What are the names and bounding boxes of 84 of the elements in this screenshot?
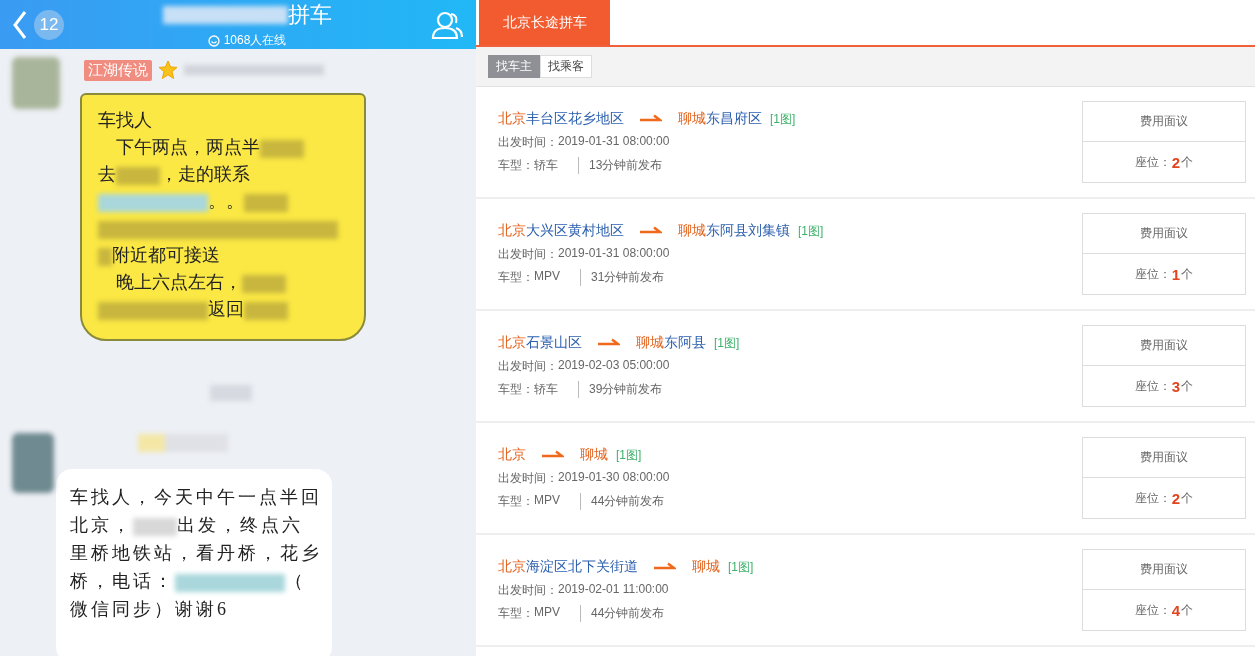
image-count-link[interactable]: [1图] (714, 334, 740, 352)
origin-link[interactable]: 北京石景山区 (498, 334, 582, 352)
car-type: 轿车 (534, 157, 558, 174)
car-type-label: 车型： (498, 493, 534, 510)
departure-time: 2019-02-03 05:00:00 (558, 358, 670, 374)
filter-tab[interactable]: 找车主 (488, 55, 540, 78)
departure-label: 出发时间： (498, 582, 558, 599)
destination-link[interactable]: 聊城东昌府区 (678, 110, 762, 128)
posted-time: 39分钟前发布 (578, 381, 663, 398)
seats-count: 2 (1171, 489, 1181, 507)
avatar[interactable] (12, 57, 60, 109)
car-type-label: 车型： (498, 157, 534, 174)
message-line: 附近都可接送 (98, 242, 354, 269)
message-line: 。。 (98, 188, 354, 215)
seats-unit: 个 (1181, 265, 1194, 283)
departure-time: 2019-02-01 11:00:00 (558, 582, 669, 598)
message-line: 里桥地铁站，看丹桥，花乡 (70, 542, 320, 565)
destination-link[interactable]: 聊城东阿县刘集镇 (678, 222, 790, 240)
message-line: 下午两点，两点半 (98, 134, 354, 161)
message-line: 北京， 出发，终点六 (70, 514, 304, 538)
seats-label: 座位： (1134, 489, 1171, 507)
departure-time: 2019-01-31 08:00:00 (558, 134, 670, 150)
car-type: MPV (534, 269, 560, 285)
origin-link[interactable]: 北京 (498, 446, 526, 464)
origin-link[interactable]: 北京大兴区黄村地区 (498, 222, 624, 240)
people-icon[interactable] (430, 9, 464, 40)
smiley-icon (207, 34, 220, 47)
fee-text: 费用面议 (1083, 438, 1245, 478)
origin-link[interactable]: 北京海淀区北下关街道 (498, 558, 638, 576)
rank-tag: 江湖传说 (84, 59, 152, 81)
filter-tab[interactable]: 找乘客 (540, 55, 592, 78)
seats-unit: 个 (1181, 489, 1194, 507)
seats-label: 座位： (1134, 153, 1171, 171)
image-count-link[interactable]: [1图] (770, 110, 796, 128)
message-line: 车找人，今天中午一点半回 (70, 486, 320, 509)
posted-time: 13分钟前发布 (578, 157, 663, 174)
destination-link[interactable]: 聊城 (580, 446, 608, 464)
back-icon[interactable] (12, 9, 28, 40)
message-line: 去 ，走的联系 (98, 163, 251, 187)
departure-time: 2019-01-30 08:00:00 (558, 470, 670, 486)
avatar[interactable] (12, 433, 54, 493)
message-line: 桥，电话： （ (70, 570, 307, 594)
chat-title: 拼车 (287, 1, 332, 29)
origin-link[interactable]: 北京丰台区花乡地区 (498, 110, 624, 128)
car-type-label: 车型： (498, 269, 534, 286)
car-type-label: 车型： (498, 381, 534, 398)
unread-count-badge: 12 (34, 9, 64, 40)
seats-label: 座位： (1134, 265, 1171, 283)
car-type: MPV (534, 493, 560, 509)
message-line: 晚上六点左右， (98, 269, 354, 296)
fee-text: 费用面议 (1083, 326, 1245, 366)
seats-unit: 个 (1181, 601, 1194, 619)
message-line: 返回 (98, 296, 354, 323)
car-type: MPV (534, 605, 560, 621)
departure-label: 出发时间： (498, 134, 558, 151)
fee-text: 费用面议 (1083, 214, 1245, 254)
posted-time: 44分钟前发布 (580, 493, 665, 510)
seats-count: 4 (1171, 601, 1181, 619)
image-count-link[interactable]: [1图] (728, 558, 754, 576)
seats-label: 座位： (1134, 601, 1171, 619)
image-count-link[interactable]: [1图] (798, 222, 824, 240)
online-count: 1068人在线 (223, 32, 287, 49)
departure-label: 出发时间： (498, 470, 558, 487)
tab[interactable]: 北京长途拼车 (479, 0, 610, 45)
seats-label: 座位： (1134, 377, 1171, 395)
seats-count: 2 (1171, 153, 1181, 171)
fee-text: 费用面议 (1083, 102, 1245, 142)
fee-text: 费用面议 (1083, 550, 1245, 590)
seats-count: 3 (1171, 377, 1181, 395)
image-count-link[interactable]: [1图] (616, 446, 642, 464)
departure-time: 2019-01-31 08:00:00 (558, 246, 670, 262)
posted-time: 31分钟前发布 (580, 269, 665, 286)
seats-unit: 个 (1181, 377, 1194, 395)
departure-label: 出发时间： (498, 246, 558, 263)
car-type-label: 车型： (498, 605, 534, 622)
departure-label: 出发时间： (498, 358, 558, 375)
message-line: 微信同步）谢谢6 (70, 598, 230, 621)
seats-unit: 个 (1181, 153, 1194, 171)
seats-count: 1 (1171, 265, 1181, 283)
posted-time: 44分钟前发布 (580, 605, 665, 622)
message-line: 车找人 (98, 109, 153, 132)
car-type: 轿车 (534, 381, 558, 398)
destination-link[interactable]: 聊城东阿县 (636, 334, 706, 352)
destination-link[interactable]: 聊城 (692, 558, 720, 576)
